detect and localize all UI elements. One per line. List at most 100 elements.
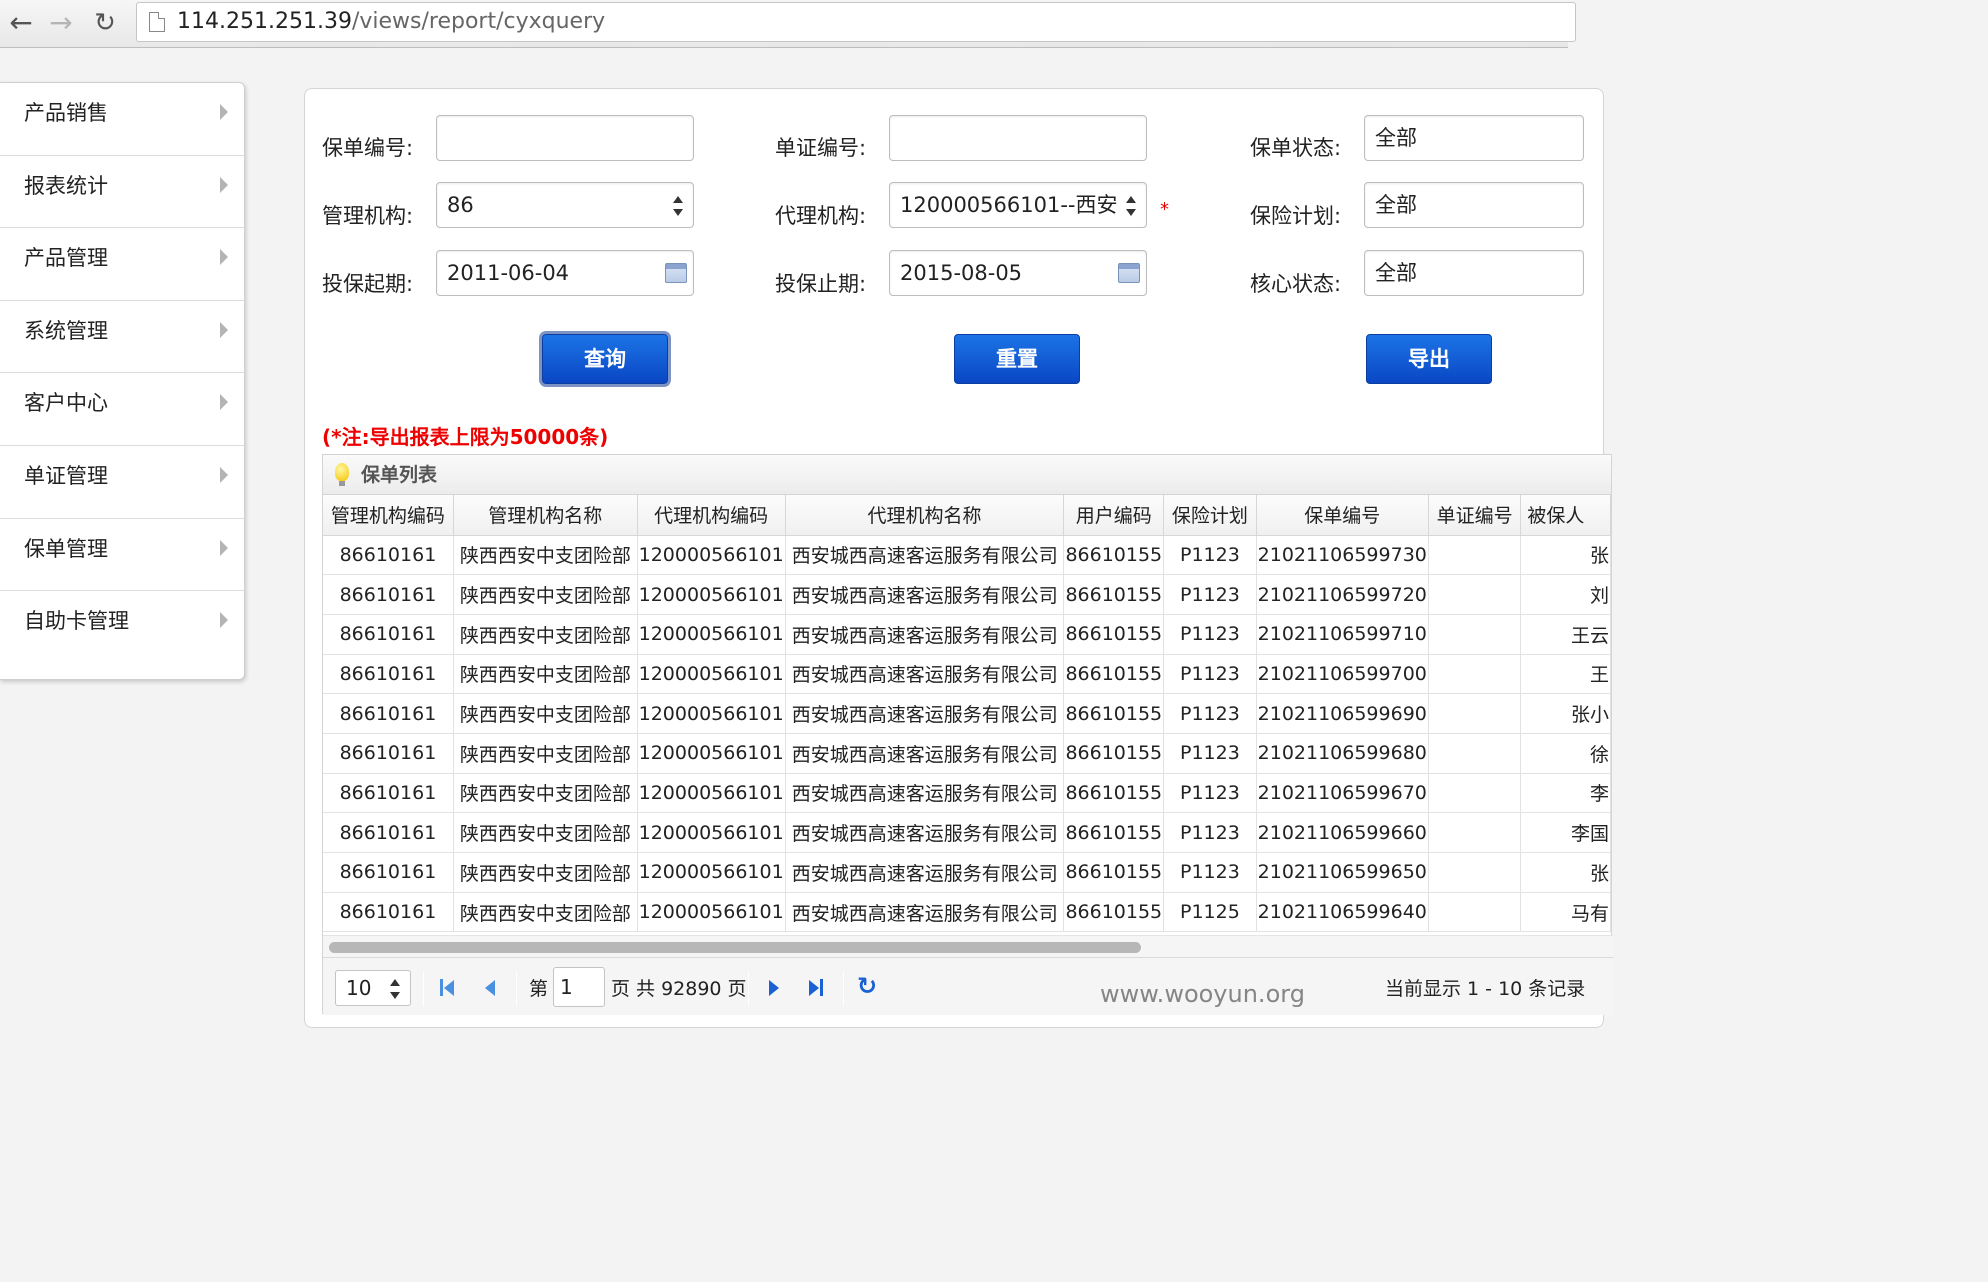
table-cell: 李 [1520, 773, 1611, 814]
table-cell [1428, 693, 1522, 734]
forward-arrow-icon[interactable]: → [44, 6, 78, 40]
mgmt-org-select[interactable]: 86 [436, 182, 694, 228]
browser-toolbar: ← → ↻ 114.251.251.39/views/report/cyxque… [0, 0, 1576, 48]
table-cell: P1123 [1163, 733, 1257, 774]
pager-separator [516, 972, 517, 1006]
page-size-value: 10 [346, 976, 372, 1000]
table-row[interactable]: 86610161 陕西西安中支团险部 120000566101 西安城西高速客运服务有… [323, 773, 1611, 814]
horizontal-scrollbar[interactable] [323, 935, 1613, 957]
table-cell: 21021106599720 [1256, 574, 1429, 615]
reload-icon[interactable]: ↻ [88, 6, 122, 40]
grid-title: 保单列表 [361, 464, 438, 486]
url-host: 114.251.251.39 [177, 9, 352, 34]
table-row[interactable]: 86610161 陕西西安中支团险部 120000566101 西安城西高速客运服务有… [323, 892, 1611, 933]
sidebar-item-report-stats[interactable]: 报表统计 [0, 156, 244, 229]
sidebar-item-selfservice-card[interactable]: 自助卡管理 [0, 591, 244, 664]
page-total: 页 共 92890 页 [611, 978, 747, 1000]
reset-button[interactable]: 重置 [954, 334, 1080, 384]
table-cell: 21021106599640 [1256, 892, 1429, 933]
column-header[interactable]: 用户编码 [1063, 495, 1165, 536]
table-cell [1428, 733, 1522, 774]
export-limit-note: (*注:导出报表上限为50000条) [322, 425, 609, 449]
start-date-value: 2011-06-04 [447, 261, 570, 285]
column-header[interactable]: 管理机构名称 [453, 495, 638, 536]
table-row[interactable]: 86610161 陕西西安中支团险部 120000566101 西安城西高速客运服务有… [323, 812, 1611, 853]
policy-status-value: 全部 [1375, 126, 1417, 150]
address-bar[interactable]: 114.251.251.39/views/report/cyxquery [136, 2, 1576, 42]
chevron-right-icon [220, 539, 228, 556]
table-cell: P1125 [1163, 892, 1257, 933]
table-cell: 陕西西安中支团险部 [453, 852, 638, 893]
end-date-input[interactable]: 2015-08-05 [889, 250, 1147, 296]
sidebar-item-label: 报表统计 [24, 173, 108, 198]
next-page-icon[interactable] [763, 973, 787, 1001]
table-row[interactable]: 86610161 陕西西安中支团险部 120000566101 西安城西高速客运服务有… [323, 733, 1611, 774]
table-cell: 86610155 [1063, 574, 1165, 615]
table-row[interactable]: 86610161 陕西西安中支团险部 120000566101 西安城西高速客运服务有… [323, 654, 1611, 695]
table-cell [1428, 773, 1522, 814]
refresh-icon[interactable]: ↻ [857, 972, 877, 1000]
first-page-icon[interactable] [438, 973, 462, 1001]
table-cell: 陕西西安中支团险部 [453, 654, 638, 695]
chevron-right-icon [220, 612, 228, 629]
table-row[interactable]: 86610161 陕西西安中支团险部 120000566101 西安城西高速客运服务有… [323, 574, 1611, 615]
table-cell: 西安城西高速客运服务有限公司 [785, 773, 1065, 814]
table-row[interactable]: 86610161 陕西西安中支团险部 120000566101 西安城西高速客运服务有… [323, 852, 1611, 893]
sidebar-item-label: 客户中心 [24, 391, 108, 416]
required-mark: * [1160, 199, 1169, 220]
plan-select[interactable]: 全部 [1364, 182, 1584, 228]
column-header[interactable]: 被保人 [1520, 495, 1611, 536]
pagination-bar: 10 第 1 页 共 92890 页 ↻ 当前显示 1 - 10 条记录 [323, 957, 1613, 1015]
sidebar-item-product-sales[interactable]: 产品销售 [0, 83, 244, 156]
plan-label: 保险计划: [1250, 204, 1342, 228]
sidebar-item-policy-mgmt[interactable]: 保单管理 [0, 519, 244, 592]
sidebar-item-label: 保单管理 [24, 536, 108, 561]
column-header[interactable]: 保单编号 [1256, 495, 1429, 536]
column-header[interactable]: 代理机构编码 [637, 495, 786, 536]
table-cell [1428, 535, 1522, 576]
calendar-icon[interactable] [665, 263, 687, 283]
query-button[interactable]: 查询 [542, 334, 668, 384]
column-header[interactable]: 代理机构名称 [785, 495, 1065, 536]
last-page-icon[interactable] [805, 973, 829, 1001]
start-date-input[interactable]: 2011-06-04 [436, 250, 694, 296]
back-arrow-icon[interactable]: ← [4, 6, 38, 40]
select-arrows-icon [673, 196, 683, 216]
plan-value: 全部 [1375, 193, 1417, 217]
table-cell: 徐 [1520, 733, 1611, 774]
column-header[interactable]: 管理机构编码 [323, 495, 454, 536]
calendar-icon[interactable] [1118, 263, 1140, 283]
table-cell: 西安城西高速客运服务有限公司 [785, 892, 1065, 933]
table-row[interactable]: 86610161 陕西西安中支团险部 120000566101 西安城西高速客运服务有… [323, 614, 1611, 655]
prev-page-icon[interactable] [479, 973, 503, 1001]
table-cell: 21021106599660 [1256, 812, 1429, 853]
table-cell: 86610161 [323, 574, 454, 615]
pager-separator [423, 972, 424, 1006]
sidebar-item-product-mgmt[interactable]: 产品管理 [0, 228, 244, 301]
table-row[interactable]: 86610161 陕西西安中支团险部 120000566101 西安城西高速客运服务有… [323, 535, 1611, 576]
scrollbar-thumb[interactable] [329, 942, 1141, 953]
export-button[interactable]: 导出 [1366, 334, 1492, 384]
policy-no-input[interactable] [436, 115, 694, 161]
table-cell: 86610155 [1063, 852, 1165, 893]
sidebar-item-system-mgmt[interactable]: 系统管理 [0, 301, 244, 374]
table-cell: 120000566101 [637, 733, 786, 774]
cert-no-input[interactable] [889, 115, 1147, 161]
agent-org-select[interactable]: 120000566101--西安 [889, 182, 1147, 228]
sidebar-item-customer-center[interactable]: 客户中心 [0, 373, 244, 446]
policy-status-select[interactable]: 全部 [1364, 115, 1584, 161]
table-cell [1428, 654, 1522, 695]
table-cell: 120000566101 [637, 693, 786, 734]
query-panel: 保单编号: 单证编号: 保单状态: 全部 管理机构: 86 代理机构: 1200… [304, 88, 1613, 1028]
sidebar-item-cert-mgmt[interactable]: 单证管理 [0, 446, 244, 519]
core-status-select[interactable]: 全部 [1364, 250, 1584, 296]
table-cell: 21021106599670 [1256, 773, 1429, 814]
table-header-row: 管理机构编码 管理机构名称 代理机构编码 代理机构名称 用户编码 保险计划 保单… [323, 495, 1611, 536]
column-header[interactable]: 保险计划 [1163, 495, 1257, 536]
table-row[interactable]: 86610161 陕西西安中支团险部 120000566101 西安城西高速客运服务有… [323, 693, 1611, 734]
page-number-input[interactable]: 1 [553, 967, 605, 1007]
table-cell: 120000566101 [637, 614, 786, 655]
page-icon [149, 12, 165, 32]
column-header[interactable]: 单证编号 [1428, 495, 1522, 536]
page-size-select[interactable]: 10 [335, 970, 411, 1006]
